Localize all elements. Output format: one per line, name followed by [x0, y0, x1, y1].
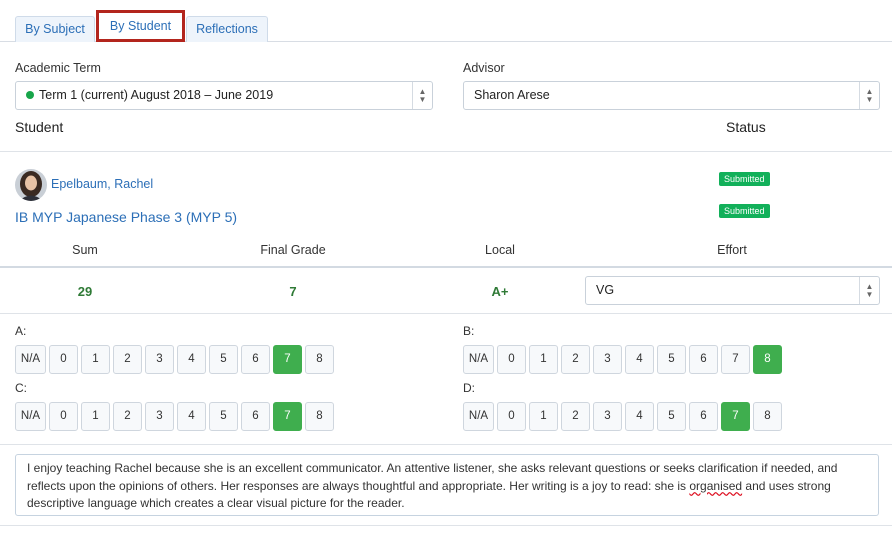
- criterion-b-option-1[interactable]: 1: [529, 345, 558, 374]
- criterion-d-option-3[interactable]: 3: [593, 402, 622, 431]
- tab-bar: By Subject By Student Reflections: [0, 0, 892, 42]
- criterion-a-option-6[interactable]: 6: [241, 345, 270, 374]
- advisor-label: Advisor: [463, 61, 505, 75]
- student-avatar: [15, 169, 47, 201]
- tab-reflections[interactable]: Reflections: [186, 16, 268, 42]
- criterion-d-options: N/A 0 1 2 3 4 5 6 7 8: [463, 402, 783, 431]
- criterion-d-option-0[interactable]: 0: [497, 402, 526, 431]
- effort-select[interactable]: VG ▲ ▼: [585, 276, 880, 305]
- criterion-a-option-2[interactable]: 2: [113, 345, 142, 374]
- course-link[interactable]: IB MYP Japanese Phase 3 (MYP 5): [15, 209, 237, 225]
- local-header: Local: [485, 243, 515, 257]
- criterion-d-option-8[interactable]: 8: [753, 402, 782, 431]
- divider: [0, 313, 892, 314]
- student-name-link[interactable]: Epelbaum, Rachel: [51, 177, 153, 191]
- criterion-c-label: C:: [15, 381, 27, 395]
- criterion-a-option-4[interactable]: 4: [177, 345, 206, 374]
- academic-term-select[interactable]: Term 1 (current) August 2018 – June 2019…: [15, 81, 433, 110]
- sum-header: Sum: [72, 243, 98, 257]
- tab-by-subject[interactable]: By Subject: [15, 16, 95, 42]
- effort-header: Effort: [717, 243, 747, 257]
- criterion-b-option-0[interactable]: 0: [497, 345, 526, 374]
- student-status-badge: Submitted: [719, 172, 770, 186]
- criterion-c-option-7[interactable]: 7: [273, 402, 302, 431]
- criterion-d-option-4[interactable]: 4: [625, 402, 654, 431]
- sum-value: 29: [77, 284, 93, 299]
- criterion-c-option-8[interactable]: 8: [305, 402, 334, 431]
- criterion-d-label: D:: [463, 381, 475, 395]
- criterion-b-option-7[interactable]: 7: [721, 345, 750, 374]
- academic-term-value: Term 1 (current) August 2018 – June 2019: [39, 88, 274, 102]
- criterion-a-option-5[interactable]: 5: [209, 345, 238, 374]
- divider: [0, 525, 892, 526]
- criterion-a-option-3[interactable]: 3: [145, 345, 174, 374]
- advisor-value: Sharon Arese: [474, 88, 550, 102]
- criterion-b-option-6[interactable]: 6: [689, 345, 718, 374]
- criterion-d-option-na[interactable]: N/A: [463, 402, 494, 431]
- status-column-header: Status: [726, 119, 766, 135]
- course-status-badge: Submitted: [719, 204, 770, 218]
- criterion-c-option-1[interactable]: 1: [81, 402, 110, 431]
- criterion-b-option-8[interactable]: 8: [753, 345, 782, 374]
- criterion-a-option-7[interactable]: 7: [273, 345, 302, 374]
- local-grade-value: A+: [491, 284, 509, 299]
- criterion-b-options: N/A 0 1 2 3 4 5 6 7 8: [463, 345, 783, 374]
- criterion-a-options: N/A 0 1 2 3 4 5 6 7 8: [15, 345, 335, 374]
- criterion-a-option-0[interactable]: 0: [49, 345, 78, 374]
- criterion-c-option-na[interactable]: N/A: [15, 402, 46, 431]
- criterion-d-option-2[interactable]: 2: [561, 402, 590, 431]
- criterion-b-option-4[interactable]: 4: [625, 345, 654, 374]
- criterion-c-option-4[interactable]: 4: [177, 402, 206, 431]
- criterion-a-option-na[interactable]: N/A: [15, 345, 46, 374]
- criterion-b-label: B:: [463, 324, 475, 338]
- effort-value: VG: [596, 283, 615, 297]
- comment-textarea[interactable]: I enjoy teaching Rachel because she is a…: [15, 454, 879, 516]
- criterion-d-option-1[interactable]: 1: [529, 402, 558, 431]
- final-grade-value: 7: [289, 284, 297, 299]
- divider: [0, 266, 892, 268]
- divider: [0, 444, 892, 445]
- criterion-c-option-2[interactable]: 2: [113, 402, 142, 431]
- current-term-indicator: [26, 91, 34, 99]
- final-grade-header: Final Grade: [260, 243, 326, 257]
- chevron-updown-icon: ▲ ▼: [859, 277, 879, 304]
- chevron-updown-icon: ▲ ▼: [859, 82, 879, 109]
- tab-by-student[interactable]: By Student: [96, 10, 185, 42]
- criterion-c-option-5[interactable]: 5: [209, 402, 238, 431]
- criterion-c-option-6[interactable]: 6: [241, 402, 270, 431]
- criterion-d-option-7[interactable]: 7: [721, 402, 750, 431]
- academic-term-label: Academic Term: [15, 61, 101, 75]
- divider: [0, 151, 892, 152]
- criterion-d-option-5[interactable]: 5: [657, 402, 686, 431]
- criterion-a-option-8[interactable]: 8: [305, 345, 334, 374]
- criterion-b-option-3[interactable]: 3: [593, 345, 622, 374]
- criterion-a-option-1[interactable]: 1: [81, 345, 110, 374]
- criterion-a-label: A:: [15, 324, 27, 338]
- criterion-d-option-6[interactable]: 6: [689, 402, 718, 431]
- chevron-updown-icon: ▲ ▼: [412, 82, 432, 109]
- criterion-b-option-5[interactable]: 5: [657, 345, 686, 374]
- student-column-header: Student: [15, 119, 64, 135]
- advisor-select[interactable]: Sharon Arese ▲ ▼: [463, 81, 880, 110]
- criterion-c-option-0[interactable]: 0: [49, 402, 78, 431]
- comment-spellcheck-word: organised: [689, 478, 743, 493]
- criterion-b-option-na[interactable]: N/A: [463, 345, 494, 374]
- criterion-c-options: N/A 0 1 2 3 4 5 6 7 8: [15, 402, 335, 431]
- criterion-c-option-3[interactable]: 3: [145, 402, 174, 431]
- criterion-b-option-2[interactable]: 2: [561, 345, 590, 374]
